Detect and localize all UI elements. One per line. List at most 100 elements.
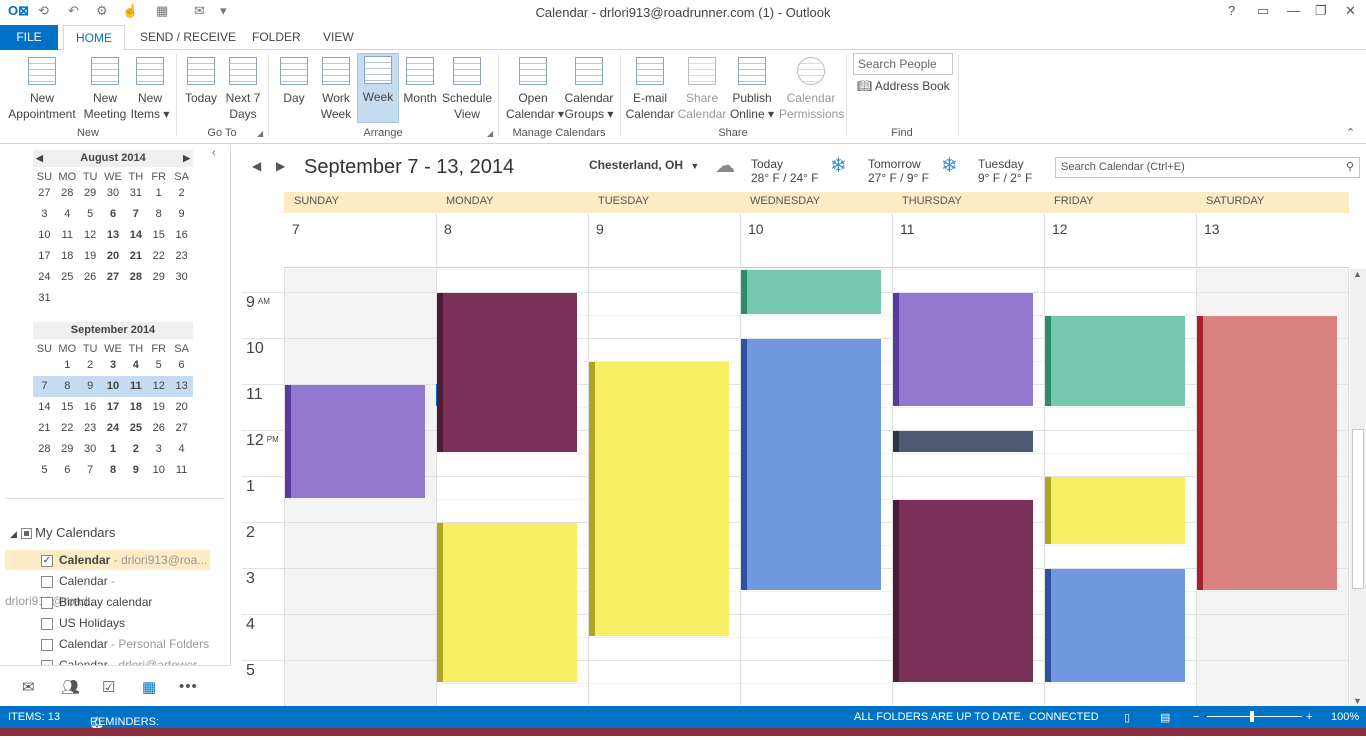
my-calendars-header[interactable]: ◢ My Calendars (10, 525, 115, 540)
tab-file[interactable]: FILE (0, 25, 58, 50)
appointment[interactable] (1045, 477, 1185, 544)
date-cell[interactable]: 30 (79, 439, 102, 460)
appointment[interactable] (1045, 316, 1185, 406)
date-cell[interactable]: 1 (56, 355, 79, 376)
dialog-launcher-icon[interactable]: ◢ (487, 129, 493, 138)
date-cell[interactable]: 27 (33, 183, 56, 204)
date-cell[interactable]: 12 (147, 376, 170, 397)
day-number[interactable]: 9 (596, 221, 604, 237)
date-cell[interactable]: 29 (147, 267, 170, 288)
date-cell[interactable]: 24 (33, 267, 56, 288)
date-cell[interactable]: 10 (33, 225, 56, 246)
share-calendar-button[interactable]: Share Calendar (677, 55, 727, 122)
date-cell[interactable]: 5 (79, 204, 102, 225)
more-icon[interactable]: ••• (179, 678, 198, 695)
zoom-in-icon[interactable]: + (1306, 711, 1312, 723)
date-cell[interactable]: 25 (56, 267, 79, 288)
day-number[interactable]: 7 (292, 221, 300, 237)
date-cell[interactable]: 3 (147, 439, 170, 460)
week-view-button[interactable]: Week (357, 53, 399, 123)
date-cell[interactable]: 28 (33, 439, 56, 460)
appointment[interactable] (741, 339, 881, 590)
calendar-list-item[interactable]: Calendar - drlori913@road... (5, 571, 210, 608)
help-button[interactable]: ? (1228, 3, 1235, 18)
scroll-up-icon[interactable]: ▲ (1353, 269, 1362, 279)
date-cell[interactable]: 3 (102, 355, 125, 376)
date-cell[interactable]: 21 (33, 418, 56, 439)
date-cell[interactable]: 11 (170, 460, 193, 481)
zoom-slider[interactable] (1207, 716, 1302, 717)
address-book-button[interactable]: 📖︎ Address Book (857, 79, 950, 93)
date-cell[interactable]: 19 (79, 246, 102, 267)
zoom-out-icon[interactable]: − (1193, 711, 1199, 723)
tasks-icon[interactable]: ☑ (102, 678, 115, 696)
normal-view-icon[interactable]: ▯ (1124, 711, 1130, 724)
date-cell[interactable]: 22 (56, 418, 79, 439)
appointment[interactable] (1197, 316, 1337, 590)
date-cell[interactable]: 9 (79, 376, 102, 397)
restore-button[interactable]: ❐ (1315, 3, 1327, 19)
date-cell[interactable] (33, 355, 56, 376)
date-cell[interactable]: 15 (56, 397, 79, 418)
date-cell[interactable]: 23 (170, 246, 193, 267)
zoom-slider-thumb[interactable] (1250, 711, 1254, 722)
appointment[interactable] (589, 362, 729, 636)
date-cell[interactable]: 8 (56, 376, 79, 397)
date-cell[interactable]: 5 (147, 355, 170, 376)
appointment[interactable] (285, 385, 425, 498)
date-cell[interactable]: 19 (147, 397, 170, 418)
location-selector[interactable]: Chesterland, OH ▼ (589, 158, 699, 172)
date-cell[interactable]: 11 (56, 225, 79, 246)
date-cell[interactable]: 23 (79, 418, 102, 439)
date-cell[interactable]: 5 (33, 460, 56, 481)
date-cell[interactable]: 18 (124, 397, 147, 418)
date-cell[interactable]: 20 (170, 397, 193, 418)
month-view-button[interactable]: Month (400, 55, 440, 106)
date-cell[interactable]: 1 (147, 183, 170, 204)
dialog-launcher-icon[interactable]: ◢ (257, 129, 263, 138)
date-cell[interactable]: 17 (33, 246, 56, 267)
date-cell[interactable]: 27 (170, 418, 193, 439)
calendar-checkbox[interactable] (41, 596, 53, 609)
prev-week-icon[interactable]: ◀ (252, 159, 261, 173)
expand-icon[interactable]: ◢ (10, 529, 17, 539)
date-cell[interactable]: 28 (124, 267, 147, 288)
close-button[interactable]: ✕ (1345, 3, 1356, 19)
publish-online-button[interactable]: Publish Online ▾ (727, 55, 777, 122)
calendar-checkbox[interactable] (41, 575, 53, 588)
tab-folder[interactable]: FOLDER (252, 25, 301, 50)
today-button[interactable]: Today (180, 55, 222, 106)
date-cell[interactable]: 29 (56, 439, 79, 460)
date-cell[interactable]: 26 (79, 267, 102, 288)
date-cell[interactable]: 17 (102, 397, 125, 418)
date-cell[interactable]: 1 (102, 439, 125, 460)
date-cell[interactable]: 25 (124, 418, 147, 439)
new-items-button[interactable]: New Items ▾ (128, 55, 172, 122)
calendar-checkbox[interactable] (41, 617, 53, 630)
date-cell[interactable]: 16 (79, 397, 102, 418)
date-cell[interactable]: 6 (170, 355, 193, 376)
email-calendar-button[interactable]: E-mail Calendar (624, 55, 676, 122)
date-cell[interactable]: 7 (33, 376, 56, 397)
date-cell[interactable]: 24 (102, 418, 125, 439)
next-month-icon[interactable]: ▶ (183, 150, 190, 167)
scroll-down-icon[interactable]: ▼ (1353, 696, 1362, 706)
date-cell[interactable]: 30 (170, 267, 193, 288)
appointment[interactable] (1045, 569, 1185, 682)
date-cell[interactable]: 16 (170, 225, 193, 246)
date-cell[interactable]: 20 (102, 246, 125, 267)
date-cell[interactable]: 13 (102, 225, 125, 246)
weather-tuesday[interactable]: Tuesday 9° F / 2° F (978, 157, 1032, 185)
time-grid[interactable]: 9 AM 10 11 12 PM 1 2 3 4 5 (242, 269, 1349, 706)
calendar-checkbox[interactable] (41, 638, 53, 651)
date-cell[interactable]: 31 (33, 288, 56, 309)
weather-today[interactable]: Today 28° F / 24° F (751, 157, 819, 185)
calendar-groups-button[interactable]: Calendar Groups ▾ (562, 55, 616, 122)
appointment[interactable] (437, 293, 577, 452)
calendar-permissions-button[interactable]: Calendar Permissions (779, 55, 844, 122)
scroll-thumb[interactable] (1352, 429, 1364, 589)
date-cell[interactable]: 22 (147, 246, 170, 267)
date-cell[interactable]: 14 (33, 397, 56, 418)
day-number[interactable]: 8 (444, 221, 452, 237)
date-cell[interactable]: 8 (102, 460, 125, 481)
